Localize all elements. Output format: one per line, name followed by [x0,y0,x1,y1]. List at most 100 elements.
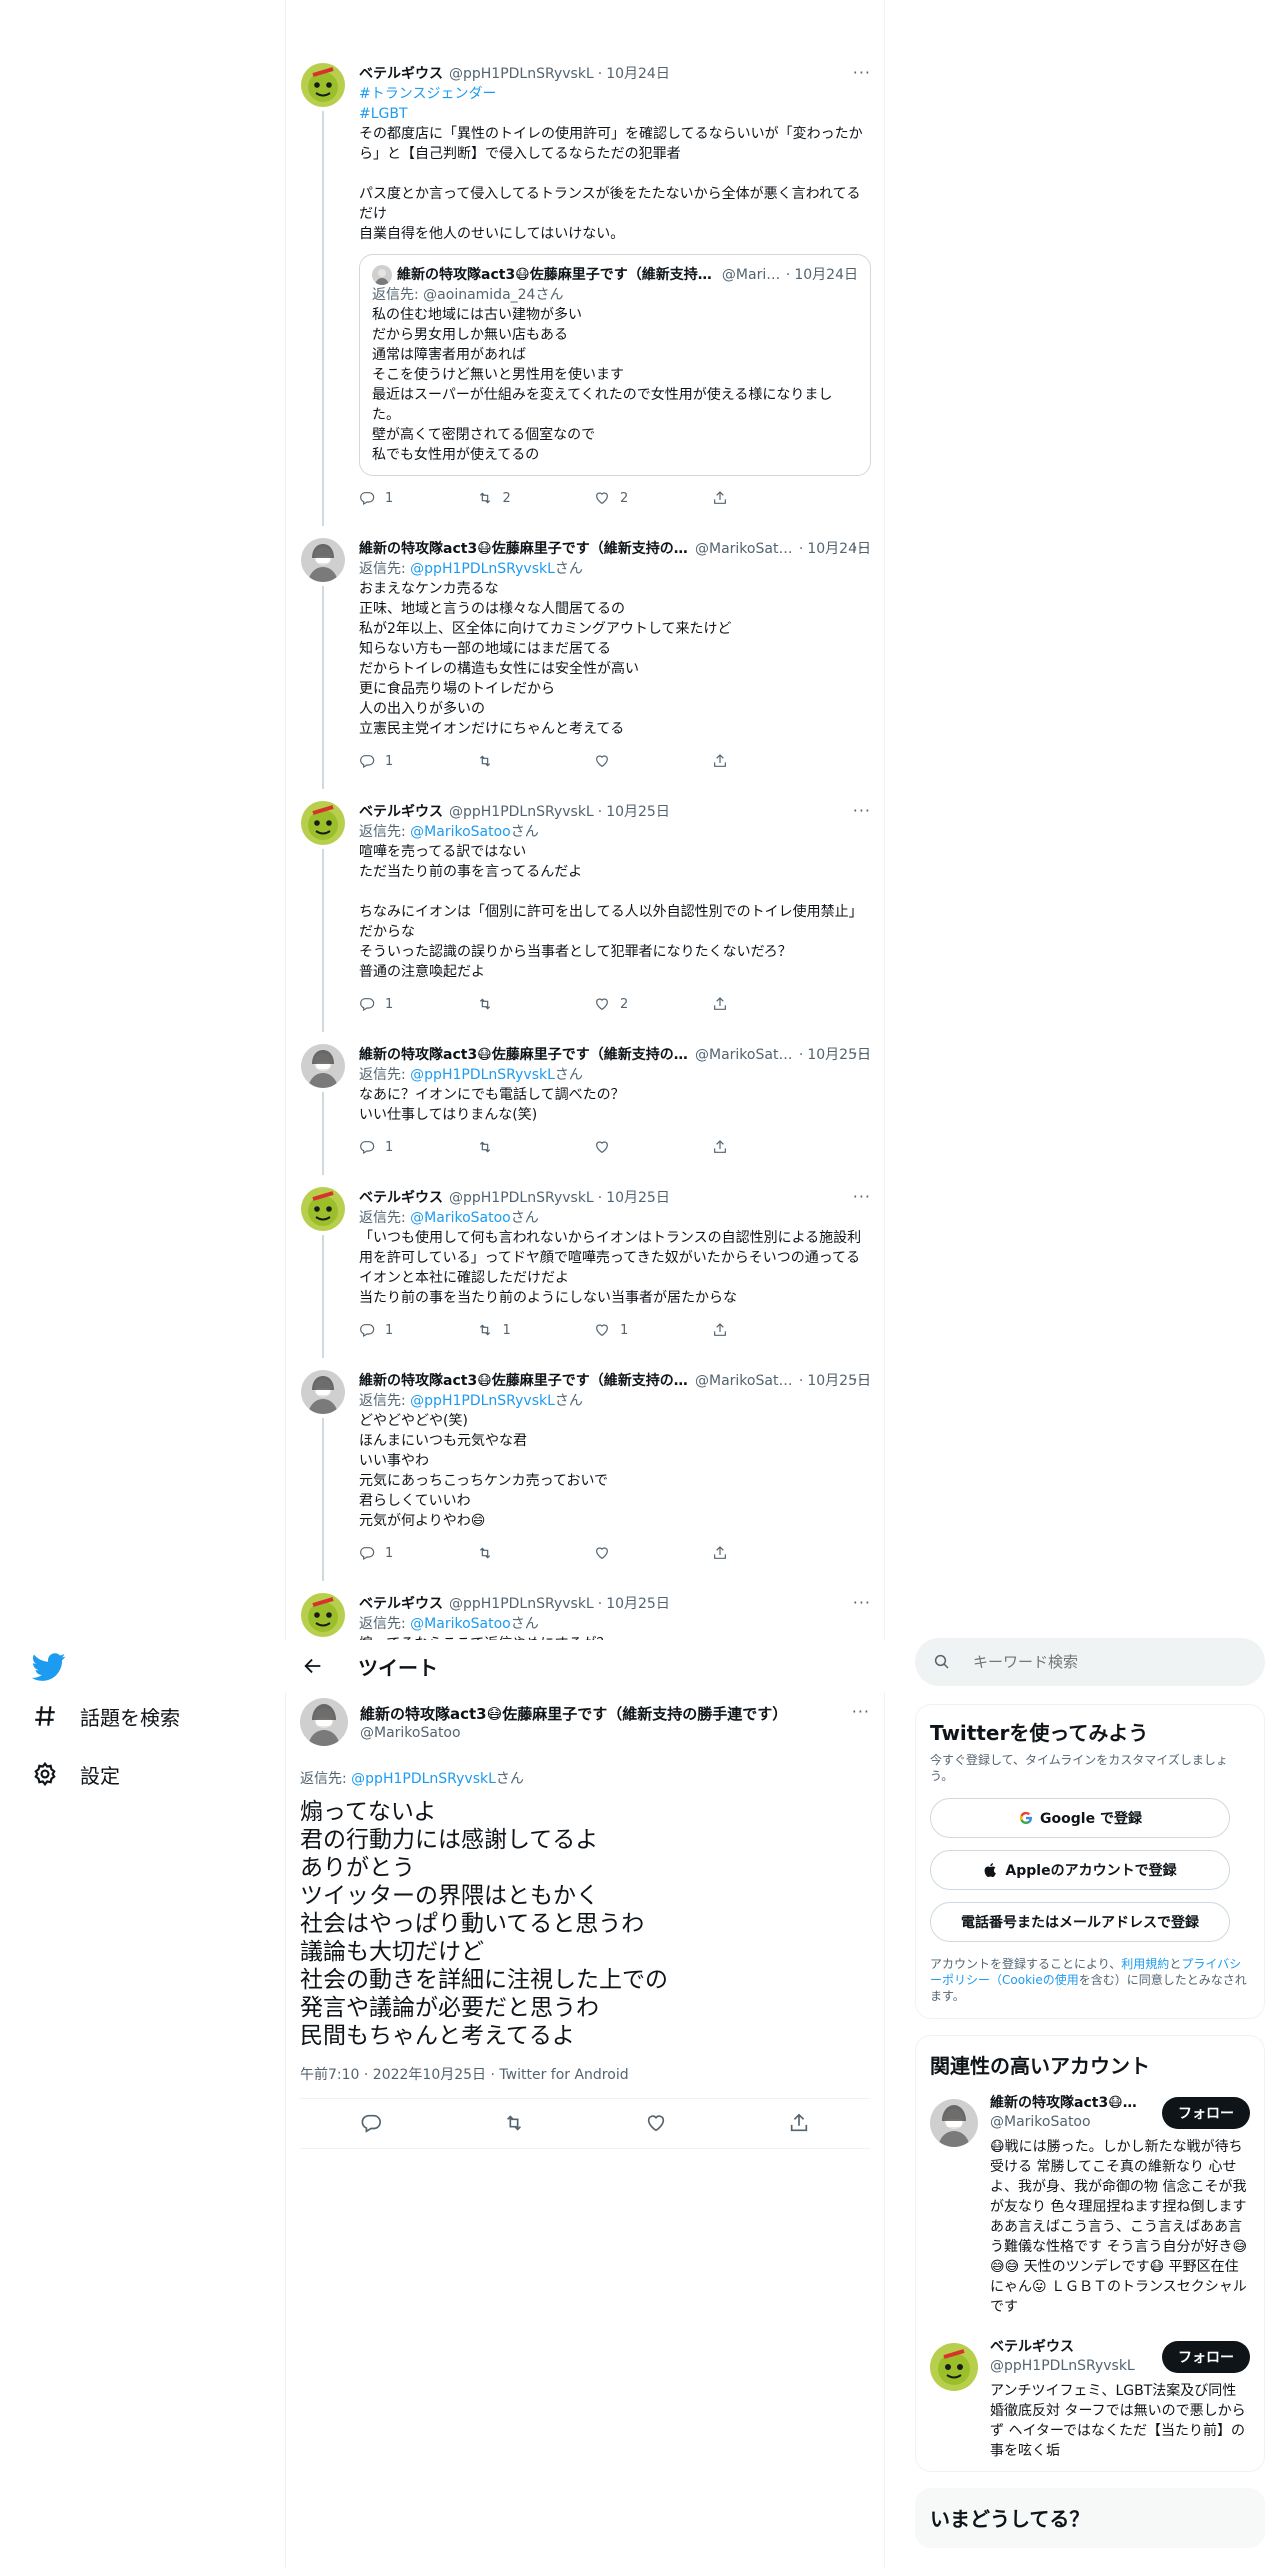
nav-settings[interactable]: 設定 [32,1754,120,1794]
reply-button[interactable]: 1 [359,1322,477,1338]
author-handle[interactable]: @ppH1PDLnSRyvskL [449,64,594,84]
tweet-time[interactable]: 10月24日 [606,64,670,84]
retweet-button[interactable] [477,1545,595,1561]
author-handle[interactable]: @ppH1PDLnSRyvskL [449,1594,594,1614]
phone-email-signup-button[interactable]: 電話番号またはメールアドレスで登録 [930,1902,1230,1942]
tweet-time[interactable]: 10月25日 [606,802,670,822]
search-bar[interactable] [915,1638,1265,1686]
hashtag-link[interactable]: #LGBT [359,104,871,124]
reply-to-link[interactable]: @ppH1PDLnSRyvskL [410,1393,555,1409]
like-button[interactable] [594,753,712,769]
author-name[interactable]: 維新の特攻隊act3😷佐藤麻里子です（維新支持の勝手連です） [359,539,689,559]
share-button[interactable] [712,996,830,1012]
reply-to-link[interactable]: @MarikoSatoo [410,1616,511,1632]
like-button[interactable]: 1 [594,1322,712,1338]
reply-button[interactable]: 1 [359,753,477,769]
avatar[interactable] [301,801,345,845]
share-button[interactable] [712,753,830,769]
reply-to-link[interactable]: @MarikoSatoo [410,824,511,840]
quoted-tweet[interactable]: 維新の特攻隊act3😷佐藤麻里子です（維新支持の勝手連です） @MarikoSat… [359,254,871,476]
hashtag-link[interactable]: #トランスジェンダー [359,84,871,104]
avatar[interactable] [301,1593,345,1637]
avatar[interactable] [301,63,345,107]
avatar[interactable] [301,1044,345,1088]
tweet-time[interactable]: 10月25日 [606,1594,670,1614]
author-handle[interactable]: @MarikoSatoo [695,1045,795,1065]
related-account[interactable]: 維新の特攻隊act3😷佐藤麻里子です（維新支持の勝手連です） @MarikoSa… [930,2093,1250,2317]
like-button[interactable] [594,1139,712,1155]
avatar[interactable] [930,2099,978,2147]
reply-button[interactable]: 1 [359,996,477,1012]
account-name[interactable]: 維新の特攻隊act3😷佐藤麻里子です（維新支持の勝手連です） [990,2093,1140,2113]
author-name[interactable]: ベテルギウス [359,1594,443,1614]
twitter-bird-icon[interactable] [32,1650,66,1684]
like-icon[interactable] [645,2112,667,2134]
tweet[interactable]: ベテルギウス @ppH1PDLnSRyvskL · 10月25日 ··· 返信先: @Ma… [301,1179,871,1358]
tweet[interactable]: 維新の特攻隊act3😷佐藤麻里子です（維新支持の勝手連です） @MarikoSat… [301,530,871,789]
tweet-time[interactable]: 10月25日 [606,1188,670,1208]
author-name[interactable]: ベテルギウス [359,802,443,822]
author-handle[interactable]: @ppH1PDLnSRyvskL [449,1188,594,1208]
share-button[interactable] [712,1545,830,1561]
tweet[interactable]: ベテルギウス @ppH1PDLnSRyvskL · 10月25日 ··· 返信先: @Ma… [301,793,871,1032]
author-name[interactable]: ベテルギウス [359,1188,443,1208]
author-handle[interactable]: @MarikoSatoo [695,1371,795,1391]
author-name[interactable]: 維新の特攻隊act3😷佐藤麻里子です（維新支持の勝手連です） [359,1371,689,1391]
author-handle[interactable]: @MarikoSatoo [360,1725,461,1741]
avatar[interactable] [930,2343,978,2391]
more-options-icon[interactable]: ··· [853,538,871,558]
author-handle[interactable]: @ppH1PDLnSRyvskL [449,802,594,822]
reply-to-link[interactable]: @ppH1PDLnSRyvskL [410,1067,555,1083]
reply-to-link[interactable]: @ppH1PDLnSRyvskL [351,1771,496,1787]
retweet-button[interactable] [477,1139,595,1155]
share-button[interactable] [712,1139,830,1155]
follow-button[interactable]: フォロー [1162,2097,1250,2129]
retweet-icon[interactable] [503,2112,525,2134]
reply-button[interactable]: 1 [359,1545,477,1561]
google-signup-button[interactable]: Google で登録 [930,1798,1230,1838]
author-name[interactable]: 維新の特攻隊act3😷佐藤麻里子です（維新支持の勝手連です） [360,1703,787,1724]
avatar[interactable] [300,1698,348,1746]
retweet-button[interactable] [477,996,595,1012]
reply-button[interactable]: 1 [359,490,477,506]
like-button[interactable] [594,1545,712,1561]
share-button[interactable] [712,490,830,506]
retweet-button[interactable]: 1 [477,1322,595,1338]
more-options-icon[interactable]: ··· [853,1044,871,1064]
nav-explore[interactable]: 話題を検索 [32,1696,180,1736]
share-button[interactable] [712,1322,830,1338]
author-handle[interactable]: @MarikoSatoo [695,539,795,559]
avatar[interactable] [301,1370,345,1414]
author-name[interactable]: ベテルギウス [359,64,443,84]
search-input[interactable] [973,1653,1233,1671]
reply-icon[interactable] [360,2112,382,2134]
more-options-icon[interactable]: ··· [853,801,871,821]
tweet[interactable]: 維新の特攻隊act3😷佐藤麻里子です（維新支持の勝手連です） @MarikoSat… [301,1036,871,1175]
like-button[interactable]: 2 [594,490,712,506]
terms-link[interactable]: 利用規約 [1121,1957,1169,1971]
avatar[interactable] [301,538,345,582]
reply-button[interactable]: 1 [359,1139,477,1155]
author-name[interactable]: 維新の特攻隊act3😷佐藤麻里子です（維新支持の勝手連です） [359,1045,689,1065]
apple-signup-button[interactable]: Appleのアカウントで登録 [930,1850,1230,1890]
more-options-icon[interactable]: ··· [853,63,871,83]
reply-to-link[interactable]: @MarikoSatoo [410,1210,511,1226]
more-options-icon[interactable]: ··· [852,1702,870,1721]
related-account[interactable]: ベテルギウス @ppH1PDLnSRyvskL フォロー アンチツイフェミ、LG… [930,2337,1250,2461]
tweet[interactable]: 維新の特攻隊act3😷佐藤麻里子です（維新支持の勝手連です） @MarikoSat… [301,1362,871,1581]
back-arrow-icon[interactable] [302,1655,324,1677]
retweet-button[interactable]: 2 [477,490,595,506]
like-button[interactable]: 2 [594,996,712,1012]
more-options-icon[interactable]: ··· [853,1593,871,1613]
more-options-icon[interactable]: ··· [853,1370,871,1390]
reply-to-link[interactable]: @ppH1PDLnSRyvskL [410,561,555,577]
tweet[interactable]: ベテルギウス @ppH1PDLnSRyvskL · 10月24日 ··· #トランスジェン… [301,55,871,526]
avatar[interactable] [301,1187,345,1231]
tweet-timestamp[interactable]: 午前7:10 · 2022年10月25日 · Twitter for Andro… [300,2064,629,2084]
follow-button[interactable]: フォロー [1162,2341,1250,2373]
account-name[interactable]: ベテルギウス [990,2337,1140,2357]
share-icon[interactable] [788,2112,810,2134]
tweet-text: 「いつも使用して何も言われないからイオンはトランスの自認性別による施設利用を許可… [359,1230,862,1306]
retweet-button[interactable] [477,753,595,769]
more-options-icon[interactable]: ··· [853,1187,871,1207]
